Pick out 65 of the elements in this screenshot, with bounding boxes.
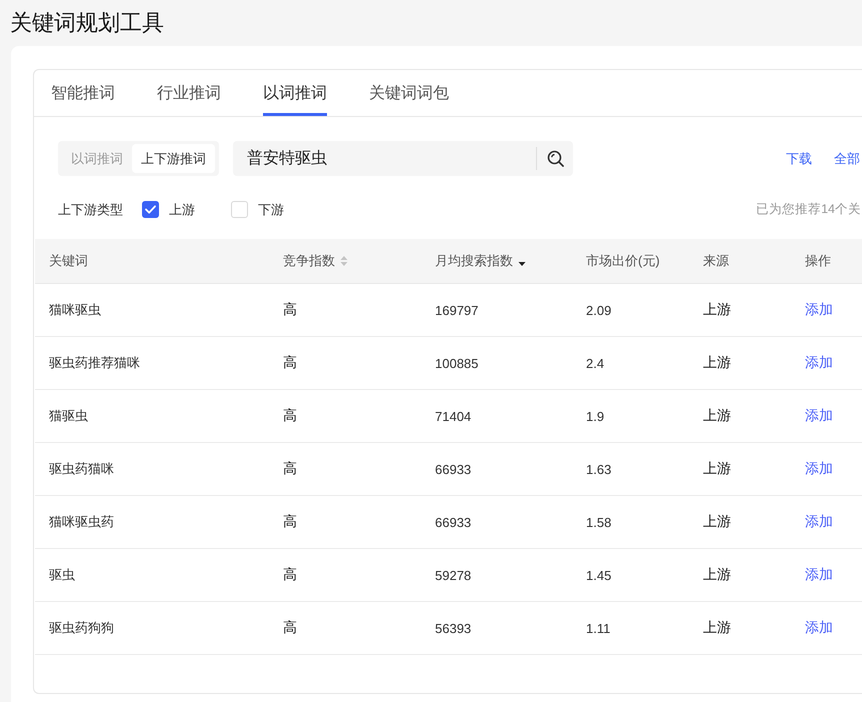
bid-cell: 1.9 <box>586 408 604 424</box>
competition-cell: 高 <box>283 407 297 425</box>
competition-cell: 高 <box>283 354 297 372</box>
checkbox-label[interactable]: 上游 <box>169 200 195 218</box>
bid-cell: 1.63 <box>586 462 612 476</box>
keyword-cell: 驱虫药狗狗 <box>49 619 114 637</box>
add-link[interactable]: 添加 <box>805 407 833 425</box>
column-header: 来源 <box>703 252 729 270</box>
add-link[interactable]: 添加 <box>805 354 833 372</box>
source-cell: 上游 <box>703 354 731 372</box>
add-link[interactable]: 添加 <box>805 619 833 637</box>
source-cell: 上游 <box>703 619 731 637</box>
keyword-cell: 驱虫药猫咪 <box>49 460 114 478</box>
search-volume-cell: 66933 <box>435 514 472 530</box>
tab[interactable]: 以词推词 <box>263 70 327 116</box>
page-title: 关键词规划工具 <box>9 9 165 37</box>
column-header: 操作 <box>805 252 831 270</box>
bid-cell: 2.09 <box>586 302 612 318</box>
checkbox-label[interactable]: 下游 <box>258 200 284 218</box>
bid-cell: 1.11 <box>586 620 610 636</box>
source-cell: 上游 <box>703 566 731 584</box>
column-header: 月均搜索指数 <box>435 252 513 270</box>
search-field[interactable]: 普安特驱虫 <box>233 141 573 176</box>
add-link[interactable]: 添加 <box>805 513 833 531</box>
tab[interactable]: 关键词词包 <box>369 70 449 116</box>
source-cell: 上游 <box>703 407 731 425</box>
add-link[interactable]: 添加 <box>805 460 833 478</box>
check-icon <box>145 205 156 214</box>
source-cell: 上游 <box>703 301 731 319</box>
bid-cell: 1.58 <box>586 514 612 530</box>
keyword-cell: 驱虫药推荐猫咪 <box>49 354 140 372</box>
summary-text: 已为您推荐14个关 <box>756 201 862 218</box>
column-header: 关键词 <box>49 252 88 270</box>
mode-tab[interactable]: 上下游推词 <box>132 144 215 173</box>
mode-tab[interactable]: 以词推词 <box>62 144 132 173</box>
competition-cell: 高 <box>283 619 297 637</box>
competition-cell: 高 <box>283 460 297 478</box>
tab[interactable]: 智能推词 <box>51 70 115 116</box>
source-cell: 上游 <box>703 460 731 478</box>
keyword-cell: 猫驱虫 <box>49 407 88 425</box>
keyword-cell: 猫咪驱虫药 <box>49 513 114 531</box>
search-volume-cell: 59278 <box>435 568 472 582</box>
keyword-cell: 猫咪驱虫 <box>49 301 101 319</box>
add-link[interactable]: 添加 <box>805 301 833 319</box>
bid-cell: 1.45 <box>586 568 612 582</box>
filter-label: 上下游类型 <box>58 200 123 218</box>
search-volume-cell: 71404 <box>435 408 472 424</box>
add-link[interactable]: 添加 <box>805 566 833 584</box>
bid-cell: 2.4 <box>586 356 604 370</box>
competition-cell: 高 <box>283 301 297 319</box>
source-cell: 上游 <box>703 513 731 531</box>
action-link[interactable]: 全部 <box>834 150 860 168</box>
keyword-cell: 驱虫 <box>49 566 75 584</box>
column-header: 竞争指数 <box>283 252 335 270</box>
search-icon[interactable] <box>547 150 564 167</box>
competition-cell: 高 <box>283 513 297 531</box>
search-volume-cell: 169797 <box>435 302 478 318</box>
search-volume-cell: 66933 <box>435 462 472 476</box>
search-volume-cell: 100885 <box>435 356 478 370</box>
search-volume-cell: 56393 <box>435 620 472 636</box>
action-link[interactable]: 下载 <box>786 150 812 168</box>
competition-cell: 高 <box>283 566 297 584</box>
checkbox[interactable] <box>142 201 159 218</box>
column-header: 市场出价(元) <box>586 252 660 270</box>
tab[interactable]: 行业推词 <box>157 70 221 116</box>
